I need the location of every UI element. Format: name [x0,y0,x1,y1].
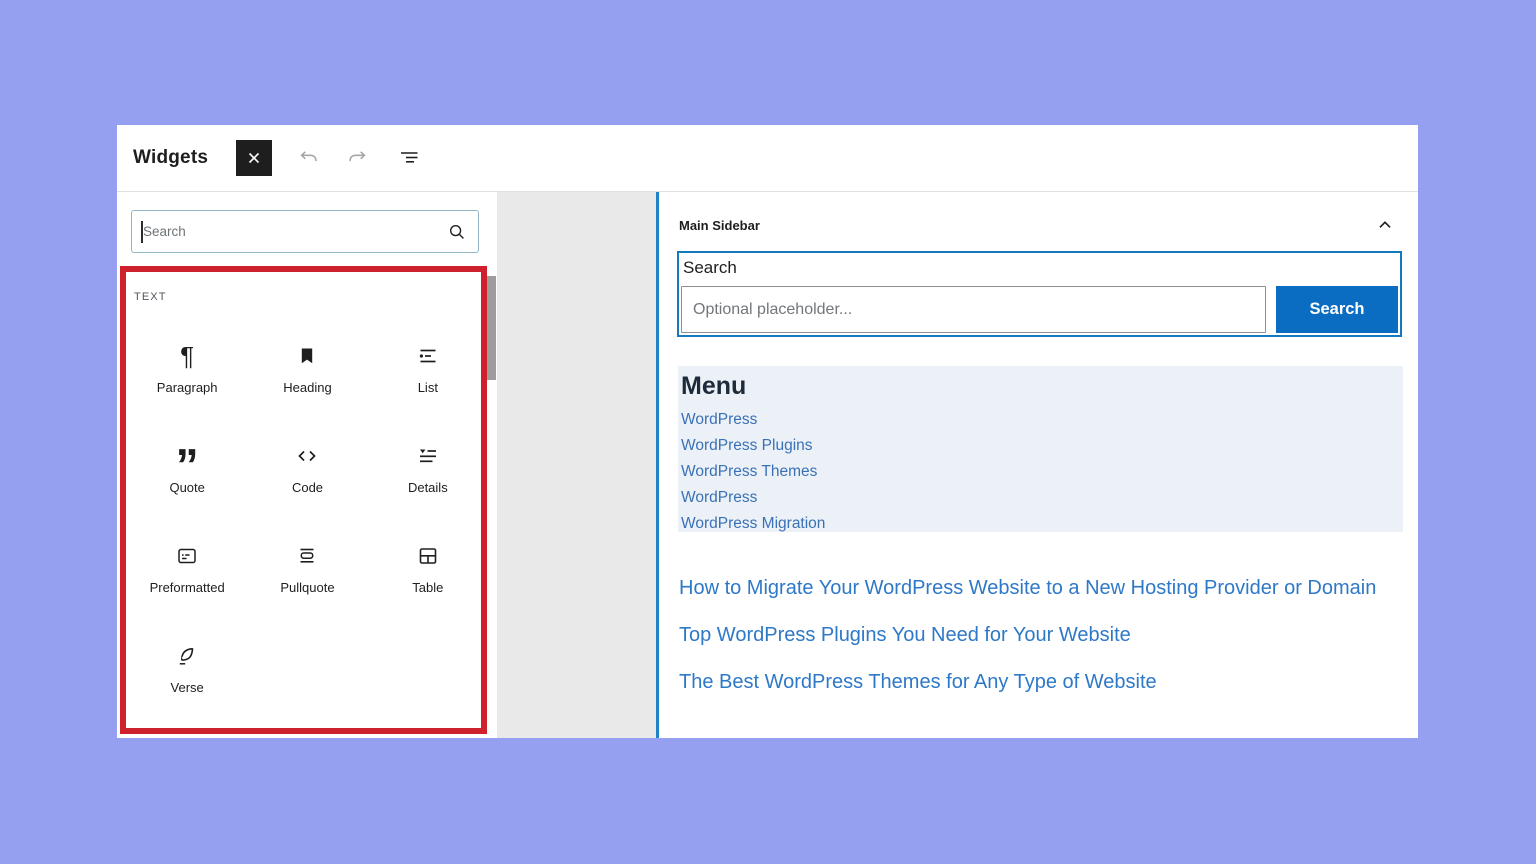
post-link[interactable]: How to Migrate Your WordPress Website to… [679,573,1378,604]
page-title: Widgets [133,147,209,168]
menu-heading: Menu [681,372,747,400]
undo-icon [297,146,321,170]
block-item-quote[interactable]: ” Quote [127,410,247,510]
menu-link[interactable]: WordPress [681,407,1403,433]
post-link[interactable]: The Best WordPress Themes for Any Type o… [679,667,1378,698]
text-caret [141,221,143,243]
block-item-verse[interactable]: Verse [127,610,247,710]
latest-posts-widget: How to Migrate Your WordPress Website to… [679,573,1378,698]
heading-icon [295,341,319,371]
preformatted-icon [175,541,199,571]
document-overview-button[interactable] [396,145,422,171]
table-icon [416,541,440,571]
widgets-editor-window: Widgets Search TEXT ¶ Paragraph Heading … [117,125,1418,738]
details-icon [416,441,440,471]
quote-icon: ” [175,439,199,491]
menu-widget-block[interactable]: Menu WordPress WordPress Plugins WordPre… [678,366,1403,532]
paragraph-icon: ¶ [180,341,195,371]
list-view-icon [397,146,421,170]
menu-link[interactable]: WordPress Migration [681,511,1403,532]
inserter-search-input[interactable] [132,211,478,252]
inserter-search-box [131,210,479,253]
list-icon [416,341,440,371]
editor-top-bar: Widgets [117,125,1418,192]
desktop-background: { "header": { "title": "Widgets" }, "ins… [0,0,1536,864]
redo-icon [345,146,369,170]
search-widget-row: Search [681,286,1398,333]
block-item-details[interactable]: Details [368,410,488,510]
menu-links: WordPress WordPress Plugins WordPress Th… [681,407,1403,532]
close-icon [242,146,266,170]
verse-icon [175,641,199,671]
redo-button[interactable] [344,145,370,171]
post-link[interactable]: Top WordPress Plugins You Need for Your … [679,620,1378,651]
inserter-scrollbar-thumb[interactable] [483,276,496,380]
close-inserter-button[interactable] [236,140,273,176]
search-widget-placeholder-input[interactable] [681,286,1266,333]
pullquote-icon [295,541,319,571]
widget-area-content: Main Sidebar Search Search [656,192,1418,738]
search-widget-label: Search [683,258,737,277]
search-icon [446,221,468,243]
inserter-section-label: TEXT [134,291,167,303]
block-item-code[interactable]: Code [247,410,367,510]
widget-area-header: Main Sidebar [659,192,1418,236]
block-item-preformatted[interactable]: Preformatted [127,510,247,610]
editor-canvas-background [498,192,656,738]
menu-link[interactable]: WordPress Themes [681,459,1403,485]
search-widget-block[interactable]: Search Search [677,251,1402,337]
chevron-up-icon [1374,214,1396,236]
menu-link[interactable]: WordPress [681,485,1403,511]
block-grid: ¶ Paragraph Heading List ” Quote Code De… [127,310,488,710]
block-item-paragraph[interactable]: ¶ Paragraph [127,310,247,410]
menu-link[interactable]: WordPress Plugins [681,433,1403,459]
block-item-pullquote[interactable]: Pullquote [247,510,367,610]
block-item-heading[interactable]: Heading [247,310,367,410]
code-icon [294,441,320,471]
search-widget-button[interactable]: Search [1276,286,1398,333]
block-inserter-panel: TEXT ¶ Paragraph Heading [117,192,498,738]
undo-button[interactable] [296,145,322,171]
widget-area-title: Main Sidebar [679,217,760,233]
collapse-widget-area-button[interactable] [1374,214,1396,236]
block-item-list[interactable]: List [368,310,488,410]
block-item-table[interactable]: Table [368,510,488,610]
